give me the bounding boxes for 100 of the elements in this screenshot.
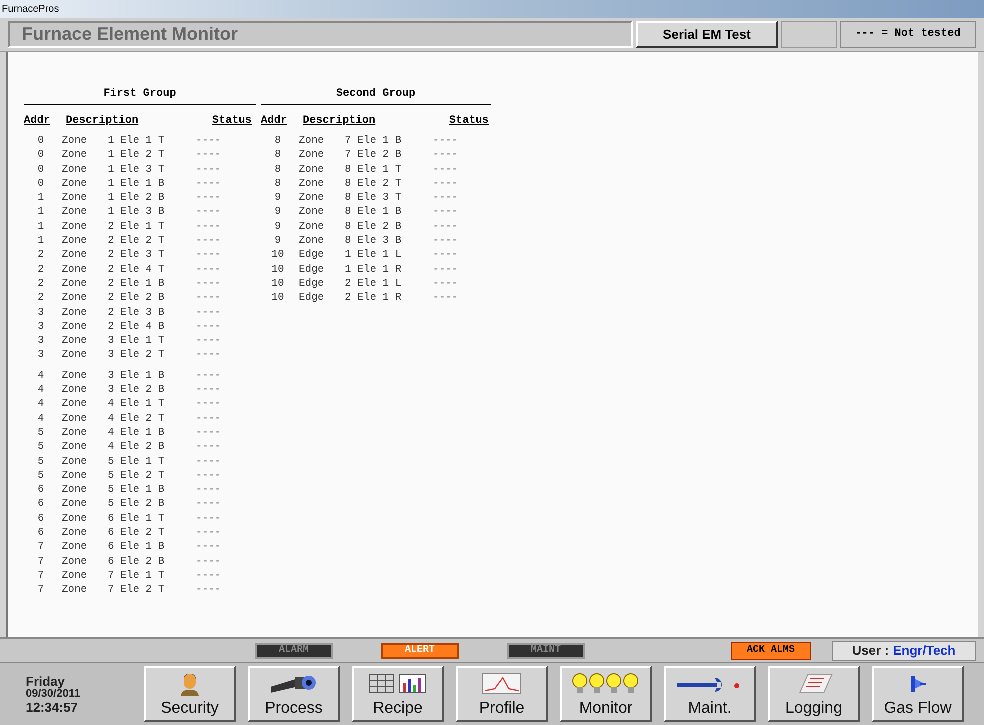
address-cell-text: 6 bbox=[38, 512, 44, 527]
status-cell-text: ---- bbox=[196, 468, 222, 484]
type-cell-text: Zone bbox=[61, 320, 88, 335]
address-cell-text: 0 bbox=[38, 162, 44, 178]
nav-button[interactable]: Monitor bbox=[560, 666, 652, 722]
nav-button[interactable]: Process bbox=[248, 666, 340, 722]
description-cell-text: 4 Ele 2 B bbox=[108, 440, 165, 456]
status-cell-text: ---- bbox=[433, 276, 458, 292]
status-cell-text: ---- bbox=[196, 205, 222, 220]
type-cell-text: Zone bbox=[61, 291, 88, 306]
description-cell-text: 7 Ele 2 T bbox=[108, 583, 165, 598]
profile-chart-icon bbox=[482, 673, 522, 695]
address-cell-text: 2 bbox=[38, 291, 44, 306]
status-cell-text: ---- bbox=[196, 291, 222, 306]
address-cell-text: 9 bbox=[274, 234, 282, 250]
type-cell-text: Zone bbox=[61, 176, 88, 192]
address-cell-text: 3 bbox=[38, 348, 44, 364]
status-cell-text: ---- bbox=[433, 234, 458, 250]
light-bulbs-icon bbox=[571, 673, 641, 695]
address-cell-text: 5 bbox=[38, 468, 44, 484]
window-title: FurnacePros bbox=[2, 2, 60, 16]
date-text: 09/30/2011 bbox=[26, 688, 82, 700]
status-cell-text: ---- bbox=[433, 248, 458, 264]
address-cell-text: 3 bbox=[38, 334, 44, 350]
nav-button[interactable]: Maint. bbox=[664, 666, 756, 722]
description-cell-text: 1 Ele 1 B bbox=[108, 176, 165, 192]
alarm-indicator: ALERT bbox=[381, 642, 459, 658]
type-cell-text: Zone bbox=[61, 134, 88, 149]
status-cell-text: ---- bbox=[196, 526, 222, 542]
status-cell-text: ---- bbox=[196, 276, 222, 292]
status-cell-text: ---- bbox=[196, 148, 222, 164]
description-cell-text: 2 Ele 3 T bbox=[108, 248, 165, 264]
status-cell-text: ---- bbox=[433, 262, 458, 278]
status-cell-text: ---- bbox=[196, 383, 222, 398]
address-cell-text: 10 bbox=[272, 248, 284, 264]
status-cell-text: ---- bbox=[433, 148, 458, 164]
day-text: Friday bbox=[26, 674, 66, 688]
description-cell-text: 5 Ele 2 T bbox=[108, 468, 165, 484]
description-cell-text: 4 Ele 1 B bbox=[108, 426, 165, 441]
status-cell-text: ---- bbox=[196, 426, 222, 441]
nav-button[interactable]: Logging bbox=[768, 666, 860, 722]
status-cell-text: ---- bbox=[196, 412, 222, 427]
time-text: 12:34:57 bbox=[26, 700, 80, 714]
type-cell-text: Zone bbox=[298, 134, 324, 149]
ack-alarms-button[interactable]: ACK ALMS bbox=[731, 642, 811, 660]
type-cell-text: Zone bbox=[61, 334, 88, 350]
description-cell-text: 5 Ele 2 B bbox=[108, 497, 165, 512]
type-cell-text: Zone bbox=[61, 583, 88, 598]
description-cell-text: 7 Ele 1 B bbox=[345, 134, 402, 149]
status-cell-text: ---- bbox=[433, 176, 458, 192]
address-cell-text: 7 bbox=[38, 540, 44, 556]
type-cell-text: Zone bbox=[61, 512, 88, 527]
nav-button[interactable]: Profile bbox=[456, 666, 548, 722]
address-cell-text: 2 bbox=[38, 276, 44, 292]
status-cell-text: ---- bbox=[196, 134, 222, 149]
status-cell-text: ---- bbox=[196, 483, 222, 498]
address-cell-text: 7 bbox=[38, 568, 44, 584]
description-cell-text: 3 Ele 2 B bbox=[108, 383, 165, 398]
nav-button[interactable]: Security bbox=[144, 666, 236, 722]
description-cell-text: 1 Ele 3 T bbox=[108, 162, 165, 178]
status-cell-text: ---- bbox=[196, 348, 222, 364]
address-cell-text: 3 bbox=[38, 306, 44, 321]
status-cell-text: ---- bbox=[196, 320, 222, 335]
type-cell-text: Zone bbox=[61, 554, 88, 570]
type-cell-text: Zone bbox=[61, 454, 88, 470]
serial-test-button[interactable]: Serial EM Test bbox=[636, 21, 778, 48]
type-cell-text: Zone bbox=[61, 426, 88, 441]
column-header: Addr bbox=[24, 115, 50, 127]
address-cell-text: 8 bbox=[274, 134, 282, 149]
type-cell-text: Zone bbox=[61, 397, 88, 412]
nav-button[interactable]: Recipe bbox=[352, 666, 444, 722]
address-cell-text: 0 bbox=[38, 148, 44, 164]
nav-button[interactable]: Gas Flow bbox=[872, 666, 964, 722]
type-cell-text: Zone bbox=[61, 348, 88, 364]
type-cell-text: Zone bbox=[61, 205, 88, 220]
status-cell-text: ---- bbox=[196, 454, 222, 470]
description-cell-text: 1 Ele 2 T bbox=[108, 148, 165, 164]
address-cell-text: 5 bbox=[38, 426, 44, 441]
type-cell-text: Zone bbox=[298, 191, 324, 206]
address-cell-text: 8 bbox=[274, 176, 282, 192]
description-cell-text: 2 Ele 4 B bbox=[108, 320, 165, 335]
address-cell-text: 4 bbox=[38, 397, 44, 412]
type-cell-text: Zone bbox=[298, 234, 324, 249]
address-cell-text: 10 bbox=[272, 276, 284, 292]
screen-title: Furnace Element Monitor bbox=[22, 23, 238, 46]
description-cell-text: 3 Ele 1 B bbox=[108, 368, 165, 384]
description-cell-text: 8 Ele 2 B bbox=[345, 220, 402, 235]
description-cell-text: 5 Ele 1 T bbox=[108, 454, 165, 470]
description-cell-text: 8 Ele 3 B bbox=[345, 234, 402, 249]
status-cell-text: ---- bbox=[196, 220, 222, 235]
status-cell-text: ---- bbox=[196, 306, 222, 321]
status-cell-text: ---- bbox=[196, 262, 222, 278]
description-cell-text: 2 Ele 1 R bbox=[345, 291, 402, 306]
alarm-indicator: ALARM bbox=[255, 642, 333, 658]
address-cell-text: 0 bbox=[38, 134, 44, 149]
type-cell-text: Zone bbox=[61, 162, 88, 178]
status-cell-text: ---- bbox=[196, 234, 222, 250]
type-cell-text: Zone bbox=[61, 412, 88, 427]
status-cell-text: ---- bbox=[433, 291, 458, 306]
status-cell-text: ---- bbox=[196, 397, 222, 412]
